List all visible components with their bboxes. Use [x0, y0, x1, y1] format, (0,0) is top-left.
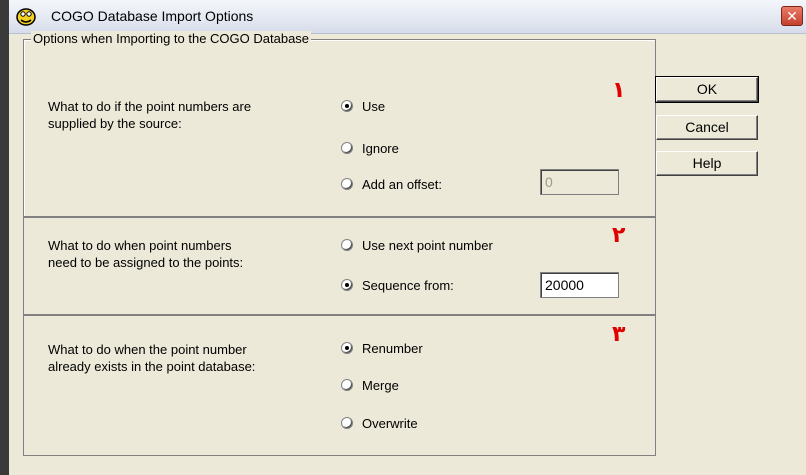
radio-add-offset[interactable]: Add an offset:: [341, 175, 442, 193]
radio-label: Ignore: [362, 140, 399, 156]
question-assign-point-numbers: What to do when point numbers need to be…: [48, 237, 243, 271]
question-line: already exists in the point database:: [48, 359, 256, 374]
groupbox-title: Options when Importing to the COGO Datab…: [31, 31, 312, 46]
cancel-button[interactable]: Cancel: [656, 115, 758, 140]
question-line: What to do when point numbers: [48, 238, 232, 253]
radio-selected-icon: [341, 342, 353, 354]
help-button[interactable]: Help: [656, 151, 758, 176]
section-existing-number: [23, 315, 656, 456]
radio-ignore[interactable]: Ignore: [341, 139, 399, 157]
window-title: COGO Database Import Options: [51, 8, 254, 24]
radio-use-next-point-number[interactable]: Use next point number: [341, 236, 493, 254]
sequence-from-input[interactable]: 20000: [540, 272, 619, 298]
question-line: need to be assigned to the points:: [48, 255, 244, 270]
ok-button[interactable]: OK: [655, 76, 759, 103]
radio-label: Use next point number: [362, 237, 493, 253]
question-number-already-exists: What to do when the point number already…: [48, 341, 255, 375]
section-marker-3: ٣: [612, 321, 626, 346]
radio-merge[interactable]: Merge: [341, 376, 399, 394]
offset-input[interactable]: 0: [540, 169, 619, 195]
close-icon: ✕: [786, 8, 798, 24]
radio-unselected-icon: [341, 142, 353, 154]
window-left-border: [0, 0, 9, 475]
radio-unselected-icon: [341, 417, 353, 429]
section-marker-1: ١: [612, 77, 626, 102]
question-point-numbers-supplied: What to do if the point numbers are supp…: [48, 98, 251, 132]
section-marker-2: ٢: [612, 222, 626, 247]
radio-label: Renumber: [362, 340, 423, 356]
radio-renumber[interactable]: Renumber: [341, 339, 423, 357]
question-line: What to do if the point numbers are: [48, 99, 252, 114]
radio-label: Sequence from:: [362, 277, 454, 293]
title-bar[interactable]: COGO Database Import Options ✕: [9, 0, 806, 34]
radio-unselected-icon: [341, 379, 353, 391]
radio-label: Use: [362, 98, 386, 114]
radio-use[interactable]: Use: [341, 97, 385, 115]
radio-sequence-from[interactable]: Sequence from:: [341, 276, 454, 294]
close-button[interactable]: ✕: [781, 6, 803, 26]
radio-selected-icon: [341, 279, 353, 291]
radio-unselected-icon: [341, 178, 353, 190]
question-line: supplied by the source:: [48, 116, 182, 131]
question-line: What to do when the point number: [48, 342, 247, 357]
radio-selected-icon: [341, 100, 353, 112]
radio-overwrite[interactable]: Overwrite: [341, 414, 418, 432]
cogo-app-icon: [16, 8, 36, 26]
radio-label: Add an offset:: [362, 176, 442, 192]
radio-label: Overwrite: [362, 415, 418, 431]
radio-unselected-icon: [341, 239, 353, 251]
radio-label: Merge: [362, 377, 399, 393]
